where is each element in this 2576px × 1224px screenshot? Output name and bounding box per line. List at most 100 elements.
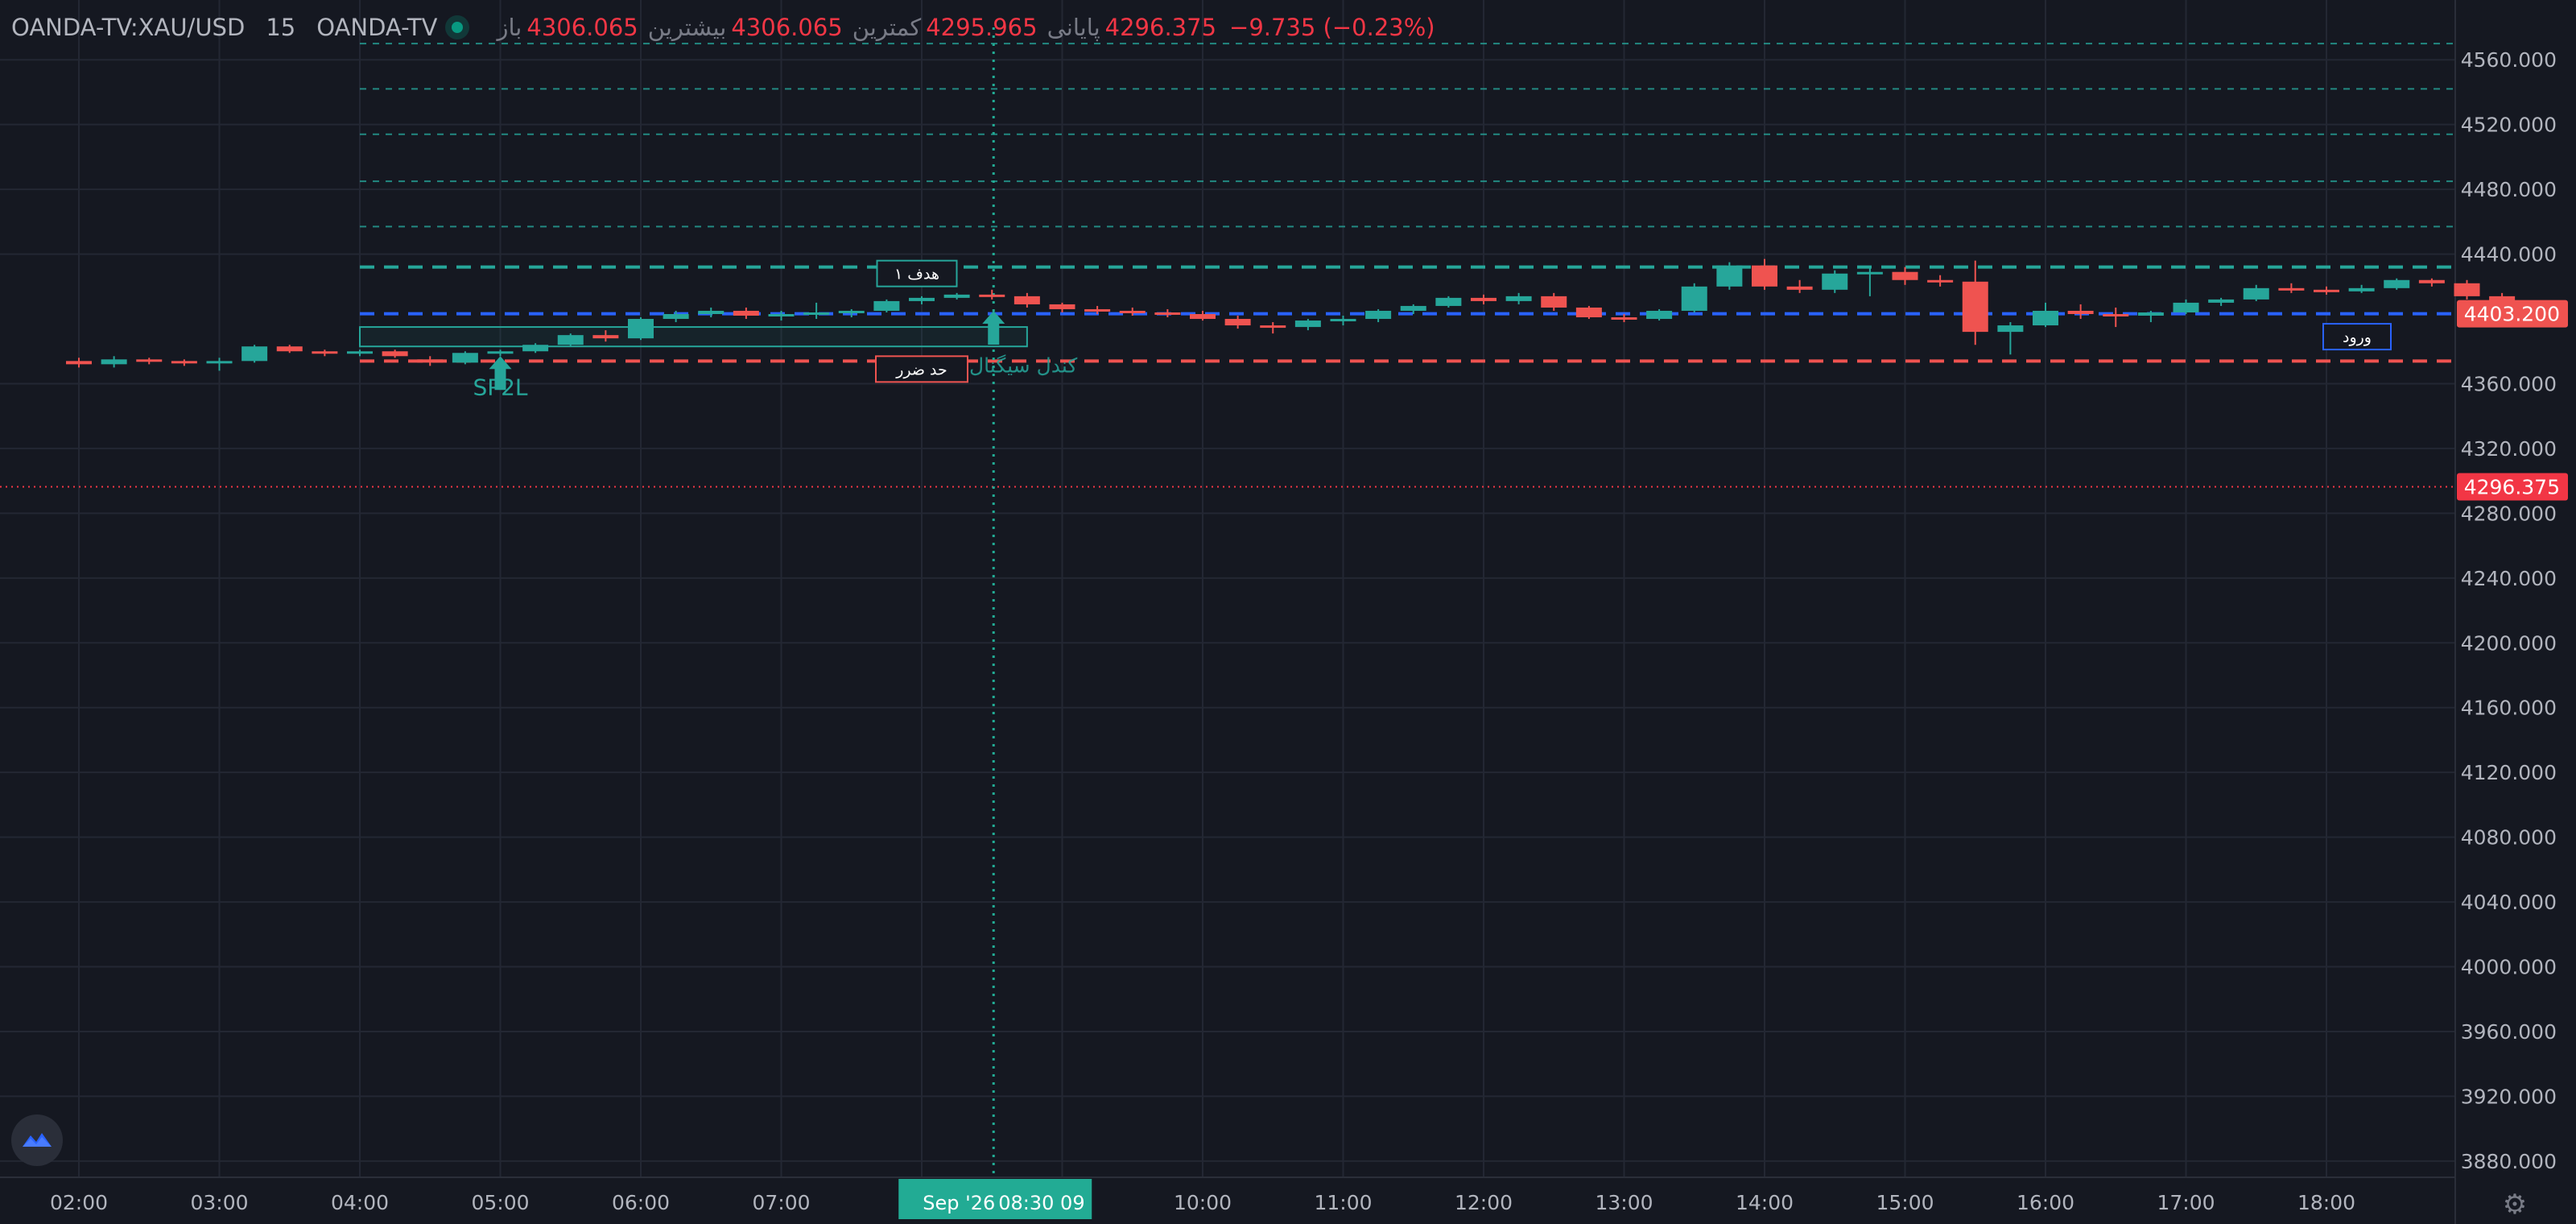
candle-down[interactable] [1927, 279, 1954, 283]
candle-down[interactable] [2454, 283, 2480, 296]
candle-up[interactable] [101, 359, 127, 365]
candle-up[interactable] [2243, 287, 2269, 300]
candle-down[interactable] [2314, 289, 2339, 292]
candle-down[interactable] [1224, 319, 1251, 326]
candle-up[interactable] [206, 361, 233, 364]
price-axis-label: 4080.000 [2461, 826, 2557, 850]
price-axis-label: 3920.000 [2461, 1085, 2557, 1108]
settings-gear-icon[interactable]: ⚙ [2500, 1190, 2529, 1219]
price-axis-label: 4440.000 [2461, 243, 2557, 267]
signal-zone-box[interactable] [359, 326, 1028, 348]
candle-down[interactable] [1752, 265, 1777, 287]
price-axis-label: 4200.000 [2461, 631, 2557, 655]
symbol-name[interactable]: OANDA-TV:XAU/USD [11, 14, 245, 41]
candle-up[interactable] [2033, 310, 2058, 326]
candle-up[interactable] [873, 300, 900, 311]
chart-area[interactable]: هدف ۱ حد ضرر ورود کندل سیگنال SP2L 4560.000 45… [0, 0, 2576, 1224]
low-value: 4295.965 [926, 14, 1038, 41]
candle-up[interactable] [1716, 265, 1743, 287]
candle-down[interactable] [2278, 287, 2305, 291]
candle-down[interactable] [1892, 271, 1918, 280]
candle-down[interactable] [2067, 310, 2094, 314]
price-axis-label: 3960.000 [2461, 1020, 2557, 1044]
candle-down[interactable] [136, 359, 163, 362]
price-axis-label: 4480.000 [2461, 178, 2557, 201]
candle-down[interactable] [2418, 279, 2445, 283]
pattern-label: SP2L [473, 374, 527, 400]
time-axis-label: 04:00 [331, 1191, 389, 1214]
candle-up[interactable] [2137, 312, 2164, 316]
candle-up[interactable] [1400, 305, 1426, 311]
close-value: 4296.375 [1104, 14, 1217, 41]
candle-down[interactable] [1541, 296, 1567, 308]
candle-down[interactable] [1049, 304, 1075, 309]
candle-up[interactable] [1505, 296, 1532, 301]
candle-up[interactable] [522, 345, 549, 352]
price-axis-label: 4360.000 [2461, 372, 2557, 395]
candle-up[interactable] [452, 353, 478, 363]
candle-down[interactable] [382, 351, 408, 357]
price-axis-label: 4120.000 [2461, 761, 2557, 784]
open-label: باز [497, 14, 522, 41]
market-status-dot-icon[interactable] [445, 15, 470, 39]
interval-label[interactable]: 15 [266, 14, 295, 41]
candle-down[interactable] [1190, 313, 1216, 320]
candle-down[interactable] [1471, 297, 1496, 301]
price-axis-label: 3880.000 [2461, 1150, 2557, 1173]
candle-up[interactable] [347, 351, 373, 354]
candle-up[interactable] [943, 294, 970, 298]
candle-up[interactable] [1681, 286, 1707, 311]
candle-up[interactable] [909, 297, 935, 301]
candle-down[interactable] [171, 361, 197, 364]
time-axis-label: 11:00 [1314, 1191, 1372, 1214]
candle-down[interactable] [1084, 308, 1111, 312]
candle-up[interactable] [1856, 271, 1883, 275]
candle-up[interactable] [1435, 297, 1462, 306]
candle-down[interactable] [312, 351, 338, 354]
target1-label: هدف ۱ [894, 266, 939, 283]
candle-up[interactable] [2384, 279, 2410, 288]
candle-down[interactable] [1575, 307, 1602, 318]
time-axis-label: 17:00 [2157, 1191, 2215, 1214]
candle-down[interactable] [66, 361, 92, 365]
candle-up[interactable] [698, 310, 724, 314]
candle-down[interactable] [1260, 325, 1286, 329]
candle-up[interactable] [1822, 273, 1848, 290]
candle-down[interactable] [1013, 296, 1040, 304]
candle-up[interactable] [803, 312, 830, 315]
candle-up[interactable] [628, 319, 654, 339]
candle-down[interactable] [1786, 286, 1813, 290]
candle-up[interactable] [2208, 299, 2235, 303]
candle-up[interactable] [1365, 310, 1392, 320]
candle-up[interactable] [557, 335, 584, 345]
candle-up[interactable] [768, 313, 795, 316]
candle-down[interactable] [592, 335, 619, 339]
price-axis-label: 4320.000 [2461, 437, 2557, 461]
open-value: 4306.065 [526, 14, 638, 41]
candle-up[interactable] [663, 313, 689, 320]
price-axis-label: 4160.000 [2461, 697, 2557, 720]
change-value: −9.735 (−0.23%) [1229, 14, 1435, 41]
candle-down[interactable] [1611, 317, 1637, 320]
candle-up[interactable] [838, 310, 865, 313]
candle-down[interactable] [417, 359, 444, 363]
candle-up[interactable] [1294, 320, 1321, 328]
time-axis-label: 06:00 [612, 1191, 670, 1214]
candle-up[interactable] [242, 346, 268, 362]
candle-down[interactable] [733, 310, 759, 316]
candle-down[interactable] [1119, 310, 1146, 313]
candle-down[interactable] [1962, 281, 1988, 333]
candle-up[interactable] [1330, 319, 1356, 322]
candle-up[interactable] [2173, 302, 2199, 312]
tradingview-logo-icon[interactable] [11, 1114, 63, 1166]
candle-down[interactable] [979, 294, 1005, 297]
candle-up[interactable] [1646, 310, 1673, 320]
candle-down[interactable] [2103, 313, 2129, 316]
price-chart[interactable]: هدف ۱ حد ضرر ورود کندل سیگنال SP2L 4560.000 45… [0, 0, 2576, 1224]
candle-up[interactable] [487, 351, 514, 354]
candle-down[interactable] [276, 346, 303, 352]
time-axis-label: 02:00 [50, 1191, 108, 1214]
candle-up[interactable] [2348, 287, 2375, 292]
candle-down[interactable] [1154, 312, 1181, 315]
candle-up[interactable] [1997, 325, 2024, 333]
